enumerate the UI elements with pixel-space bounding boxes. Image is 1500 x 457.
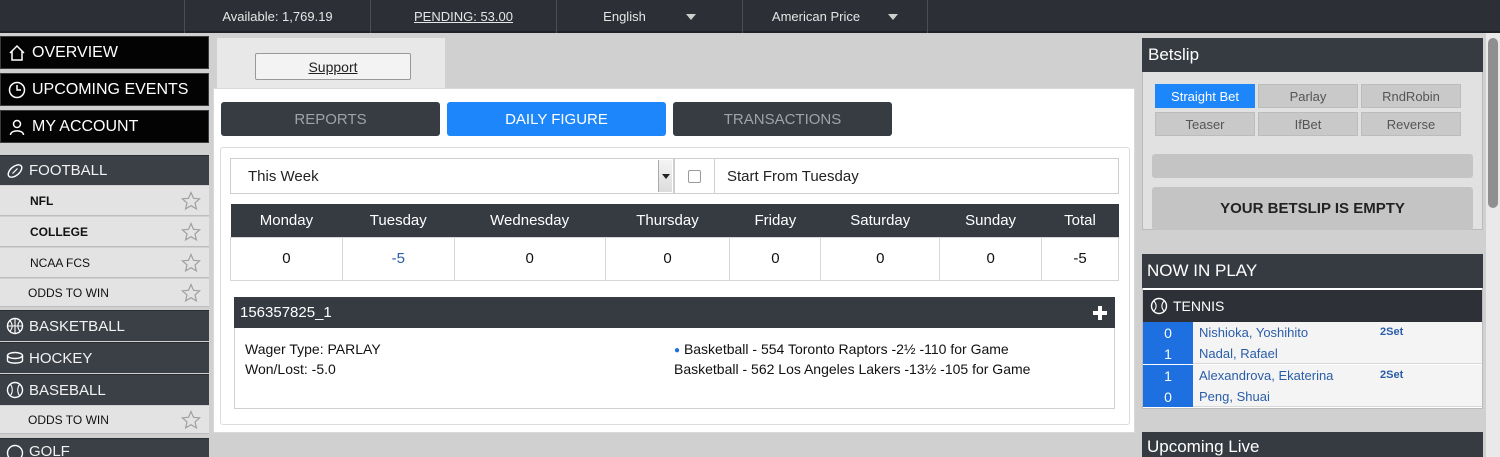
bet-type-teaser[interactable]: Teaser	[1155, 112, 1255, 136]
col-friday: Friday	[729, 204, 821, 237]
home-icon	[7, 43, 27, 63]
baseball-icon	[5, 380, 25, 400]
baseball-odds-to-win[interactable]: ODDS TO WIN	[0, 406, 209, 434]
sport-hockey[interactable]: HOCKEY	[0, 342, 209, 373]
basketball-icon	[5, 316, 25, 336]
tab-transactions[interactable]: TRANSACTIONS	[673, 102, 892, 136]
upcoming-live-title: Upcoming Live	[1142, 432, 1483, 457]
pending-amount[interactable]: PENDING: 53.00	[370, 0, 556, 33]
value-wednesday: 0	[453, 236, 606, 281]
set-indicator: 2Set	[1380, 326, 1404, 338]
available-balance: Available: 1,769.19	[184, 0, 370, 33]
start-from-tuesday-label: Start From Tuesday	[714, 158, 1119, 194]
daily-figure-table: Monday Tuesday Wednesday Thursday Friday…	[230, 204, 1119, 281]
player-name[interactable]: Nadal, Rafael	[1199, 343, 1379, 364]
bullet-icon: ●	[674, 345, 681, 356]
col-saturday: Saturday	[820, 204, 940, 237]
league-college[interactable]: COLLEGE	[0, 217, 209, 247]
tennis-ball-icon	[1149, 296, 1169, 316]
support-button[interactable]: Support	[255, 53, 411, 80]
bet-type-straight[interactable]: Straight Bet	[1155, 84, 1255, 108]
top-bar: Available: 1,769.19 PENDING: 53.00 Engli…	[0, 0, 1500, 33]
value-saturday: 0	[820, 236, 941, 281]
plus-icon[interactable]	[1093, 305, 1107, 320]
tab-daily-figure[interactable]: DAILY FIGURE	[447, 102, 666, 136]
now-in-play-title: NOW IN PLAY	[1142, 254, 1483, 288]
star-icon[interactable]	[181, 190, 201, 211]
football-icon	[5, 161, 25, 181]
value-friday: 0	[729, 236, 822, 281]
sport-basketball[interactable]: BASKETBALL	[0, 310, 209, 341]
chevron-down-icon	[888, 13, 899, 20]
value-sunday: 0	[939, 236, 1043, 281]
col-thursday: Thursday	[605, 204, 730, 237]
player-score: 1	[1143, 365, 1193, 386]
betslip-bar	[1152, 154, 1473, 178]
value-monday: 0	[230, 236, 343, 281]
betslip-empty-message: YOUR BETSLIP IS EMPTY	[1152, 187, 1473, 230]
value-tuesday-link[interactable]: -5	[341, 236, 455, 281]
col-total: Total	[1041, 204, 1119, 237]
language-select[interactable]: English	[556, 0, 742, 33]
table-row: 0 -5 0 0 0 0 0 -5	[230, 236, 1119, 281]
star-icon[interactable]	[181, 409, 201, 430]
col-sunday: Sunday	[939, 204, 1042, 237]
league-ncaa-fcs[interactable]: NCAA FCS	[0, 248, 209, 278]
nav-my-account[interactable]: MY ACCOUNT	[0, 110, 209, 143]
chevron-down-icon	[685, 13, 696, 20]
scrollbar[interactable]	[1486, 33, 1500, 457]
bet-type-ifbet[interactable]: IfBet	[1258, 112, 1358, 136]
col-monday: Monday	[230, 204, 343, 237]
table-header-row: Monday Tuesday Wednesday Thursday Friday…	[230, 204, 1119, 237]
player-score: 0	[1143, 386, 1193, 407]
wager-type: Wager Type: PARLAY	[245, 341, 381, 357]
star-icon[interactable]	[181, 252, 201, 273]
player-score: 0	[1143, 322, 1193, 343]
star-icon[interactable]	[181, 221, 201, 242]
clock-icon	[7, 80, 27, 100]
value-total: -5	[1041, 236, 1119, 281]
col-tuesday: Tuesday	[342, 204, 455, 237]
wager-won-lost: Won/Lost: -5.0	[245, 361, 336, 377]
value-thursday: 0	[604, 236, 731, 281]
period-select[interactable]: This Week	[230, 158, 674, 194]
betslip-title: Betslip	[1142, 38, 1483, 72]
col-wednesday: Wednesday	[454, 204, 606, 237]
hockey-puck-icon	[5, 348, 25, 368]
wager-id: 156357825_1	[240, 304, 332, 321]
price-format-select[interactable]: American Price	[742, 0, 928, 33]
select-arrow-icon[interactable]	[658, 160, 672, 192]
golf-ball-icon	[5, 443, 25, 457]
player-name[interactable]: Nishioka, Yoshihito	[1199, 322, 1379, 343]
scrollbar-thumb[interactable]	[1488, 38, 1498, 208]
bet-type-parlay[interactable]: Parlay	[1258, 84, 1358, 108]
set-indicator: 2Set	[1380, 369, 1404, 381]
player-score: 1	[1143, 343, 1193, 364]
sport-football[interactable]: FOOTBALL	[0, 155, 209, 185]
start-from-tuesday-checkbox[interactable]	[674, 158, 715, 194]
league-odds-to-win[interactable]: ODDS TO WIN	[0, 279, 209, 307]
sport-golf[interactable]: GOLF	[0, 438, 209, 457]
user-icon	[7, 117, 27, 137]
player-name[interactable]: Peng, Shuai	[1199, 386, 1379, 407]
sport-baseball[interactable]: BASEBALL	[0, 374, 209, 405]
bet-type-reverse[interactable]: Reverse	[1361, 112, 1461, 136]
nav-upcoming-events[interactable]: UPCOMING EVENTS	[0, 73, 209, 106]
nav-overview[interactable]: OVERVIEW	[0, 36, 209, 69]
wager-leg: ● Basketball - 554 Toronto Raptors -2½ -…	[674, 341, 1009, 357]
star-icon[interactable]	[181, 282, 201, 303]
league-nfl[interactable]: NFL	[0, 186, 209, 216]
wager-leg: Basketball - 562 Los Angeles Lakers -13½…	[674, 361, 1031, 377]
sport-tennis[interactable]: TENNIS	[1143, 290, 1482, 322]
wager-header: 156357825_1	[234, 297, 1115, 328]
bet-type-round-robin[interactable]: RndRobin	[1361, 84, 1461, 108]
player-name[interactable]: Alexandrova, Ekaterina	[1199, 365, 1379, 386]
tab-reports[interactable]: REPORTS	[221, 102, 440, 136]
